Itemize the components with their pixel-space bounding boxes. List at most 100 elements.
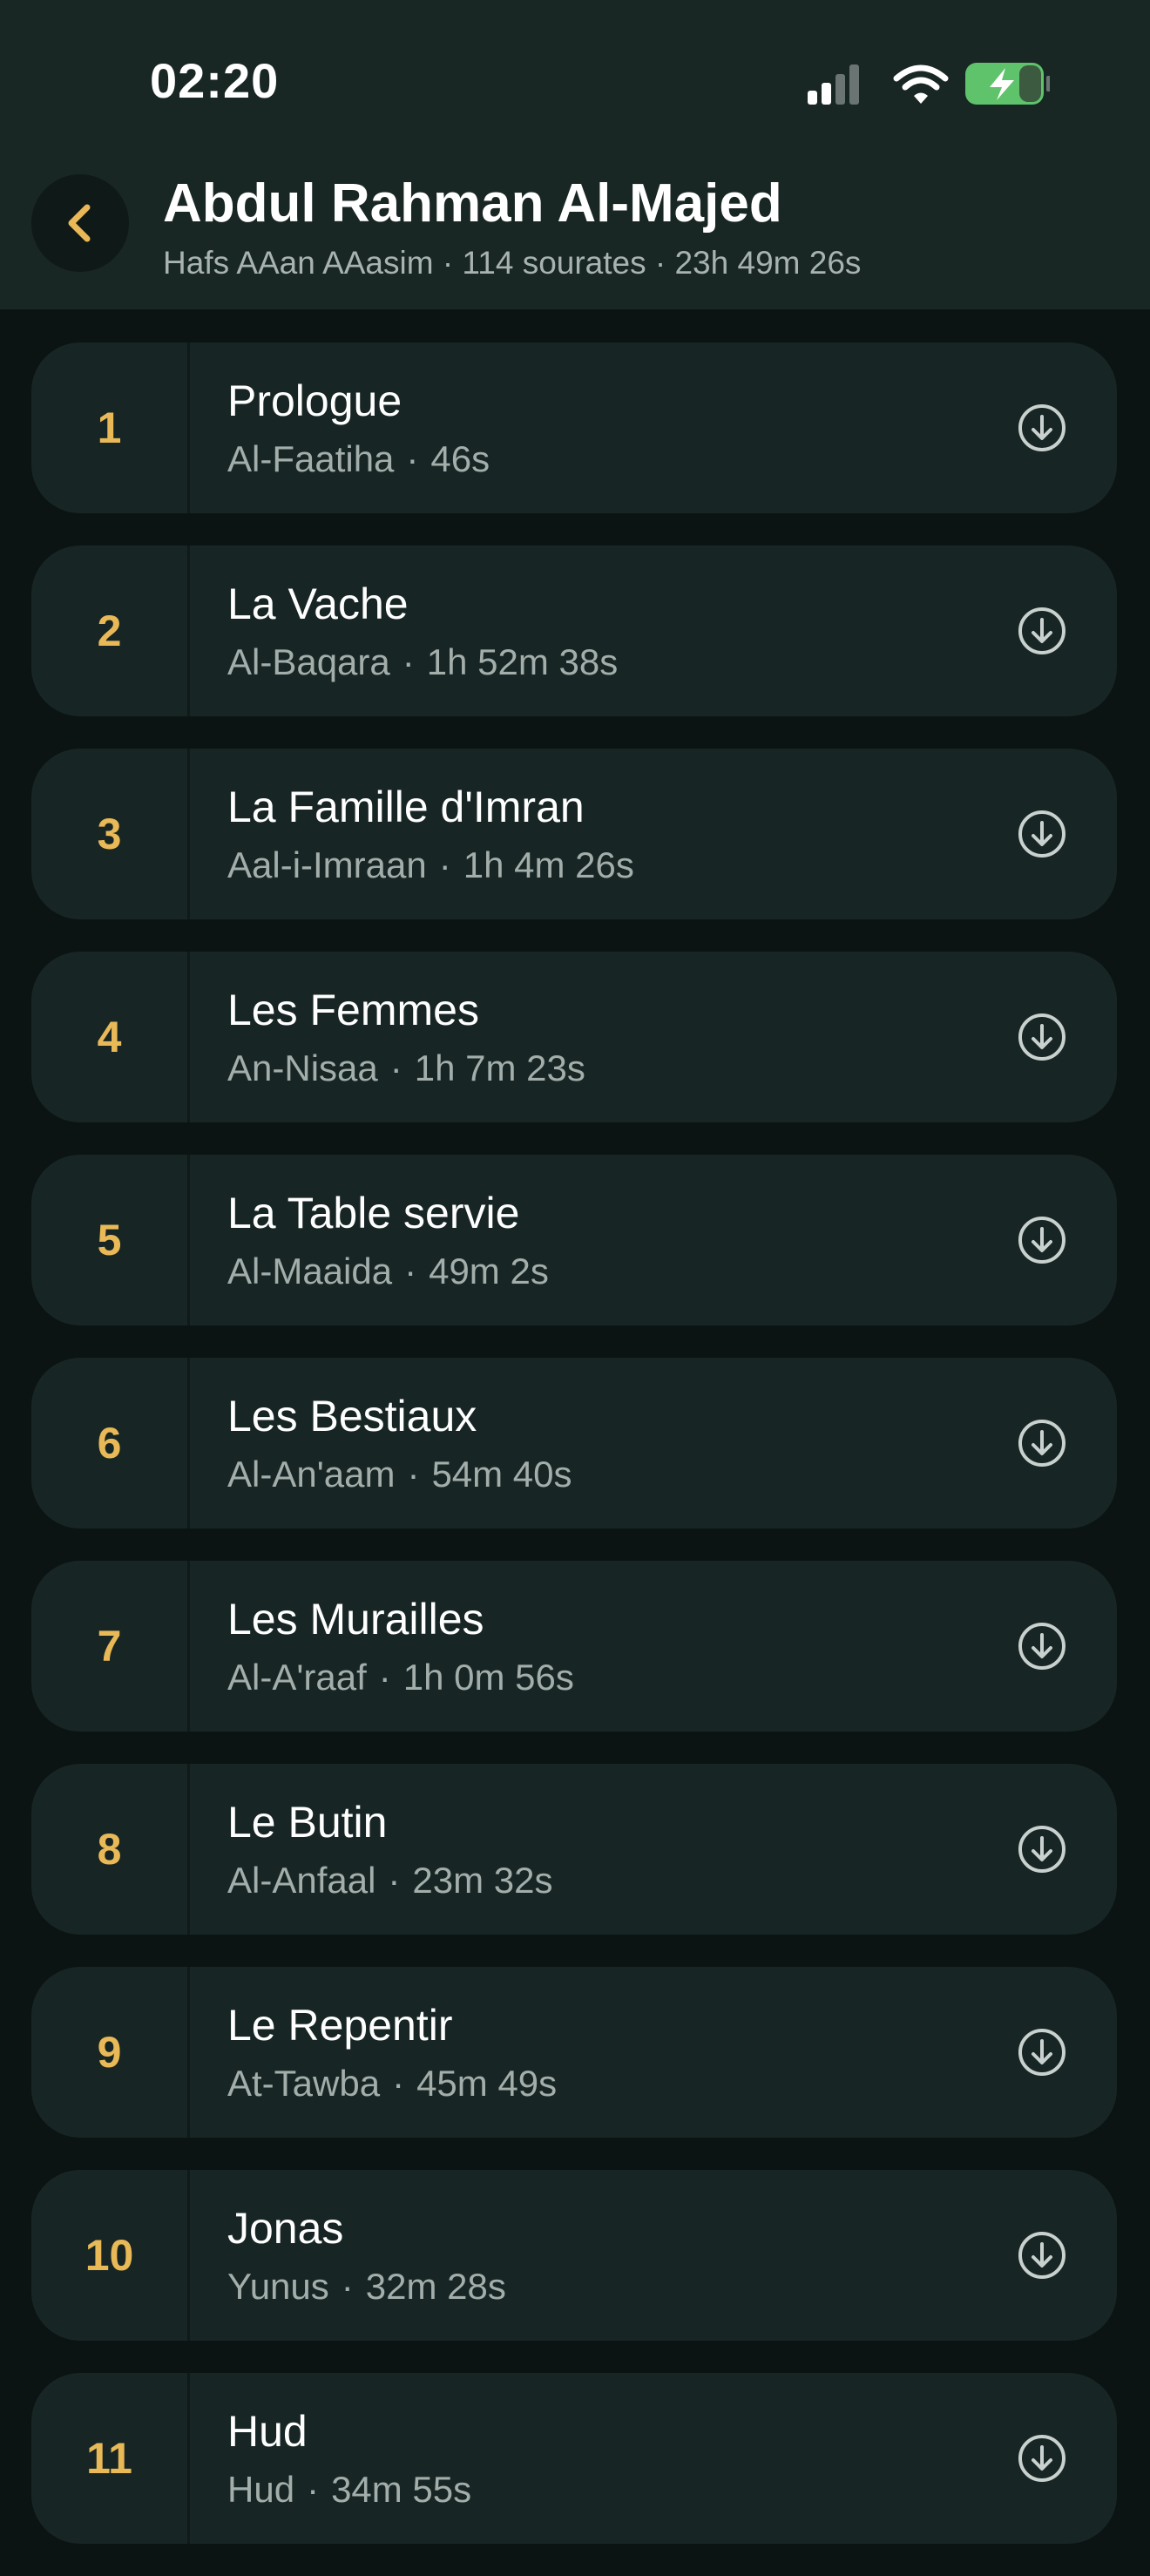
download-icon[interactable]	[1018, 2231, 1066, 2280]
surah-number: 1	[97, 403, 122, 452]
separator-dot: ·	[389, 1047, 402, 1088]
surah-row[interactable]: 7 Les Murailles Al-A'raaf · 1h 0m 56s	[31, 1561, 1117, 1732]
surah-name: La Famille d'Imran	[227, 783, 585, 831]
surah-number: 2	[97, 607, 122, 655]
surah-name: La Table servie	[227, 1189, 520, 1237]
row-divider	[187, 1358, 190, 1529]
surah-row[interactable]: 6 Les Bestiaux Al-An'aam · 54m 40s	[31, 1358, 1117, 1529]
surah-number: 4	[97, 1013, 122, 1061]
surah-name: Les Femmes	[227, 986, 479, 1034]
separator-dot: ·	[404, 1251, 417, 1291]
surah-duration: 32m 28s	[365, 2266, 506, 2307]
surah-number: 6	[97, 1419, 122, 1468]
surah-meta: Yunus · 32m 28s	[227, 2266, 506, 2308]
page-subtitle: Hafs AAan AAasim · 114 sourates · 23h 49…	[163, 245, 862, 281]
surah-meta: Al-An'aam · 54m 40s	[227, 1454, 572, 1495]
surah-name: Le Butin	[227, 1798, 388, 1847]
surah-meta: Al-A'raaf · 1h 0m 56s	[227, 1657, 574, 1698]
download-icon[interactable]	[1018, 607, 1066, 655]
status-icons	[806, 61, 1051, 108]
surah-transliteration: Yunus	[227, 2266, 329, 2307]
surah-name: Prologue	[227, 376, 402, 425]
surah-duration: 1h 52m 38s	[426, 641, 619, 682]
row-divider	[187, 1764, 190, 1935]
row-divider	[187, 749, 190, 919]
surah-row[interactable]: 11 Hud Hud · 34m 55s	[31, 2373, 1117, 2544]
download-icon[interactable]	[1018, 1825, 1066, 1874]
surah-transliteration: An-Nisaa	[227, 1047, 378, 1088]
wifi-icon	[893, 64, 949, 104]
surah-transliteration: Al-Faatiha	[227, 438, 395, 479]
surah-duration: 46s	[430, 438, 490, 479]
surah-transliteration: Hud	[227, 2469, 295, 2510]
surah-duration: 23m 32s	[412, 1860, 553, 1901]
surah-duration: 45m 49s	[416, 2063, 558, 2104]
separator-dot: ·	[406, 438, 419, 479]
status-bar-icons-svg	[808, 63, 1051, 105]
surah-row[interactable]: 3 La Famille d'Imran Aal-i-Imraan · 1h 4m …	[31, 749, 1117, 919]
separator-dot: ·	[388, 1860, 401, 1901]
surah-row[interactable]: 5 La Table servie Al-Maaida · 49m 2s	[31, 1155, 1117, 1325]
surah-row[interactable]: 10 Jonas Yunus · 32m 28s	[31, 2170, 1117, 2341]
surah-duration: 34m 55s	[331, 2469, 472, 2510]
surah-duration: 1h 7m 23s	[414, 1047, 585, 1088]
surah-number: 11	[86, 2434, 132, 2483]
surah-name: Jonas	[227, 2204, 344, 2253]
surah-transliteration: Al-Baqara	[227, 641, 390, 682]
separator-dot: ·	[392, 2063, 405, 2104]
download-icon[interactable]	[1018, 810, 1066, 858]
surah-duration: 1h 0m 56s	[402, 1657, 574, 1698]
surah-name: Hud	[227, 2407, 308, 2456]
surah-transliteration: Al-A'raaf	[227, 1657, 367, 1698]
surah-number: 5	[97, 1216, 122, 1264]
separator-dot: ·	[341, 2266, 354, 2307]
surah-meta: An-Nisaa · 1h 7m 23s	[227, 1047, 585, 1089]
surah-transliteration: Aal-i-Imraan	[227, 844, 427, 885]
surah-row[interactable]: 1 Prologue Al-Faatiha · 46s	[31, 342, 1117, 513]
surah-name: Le Repentir	[227, 2001, 453, 2050]
row-divider	[187, 342, 190, 513]
surah-row[interactable]: 2 La Vache Al-Baqara · 1h 52m 38s	[31, 546, 1117, 716]
surah-meta: Al-Faatiha · 46s	[227, 438, 490, 480]
surah-transliteration: Al-An'aam	[227, 1454, 396, 1495]
separator-dot: ·	[307, 2469, 320, 2510]
status-time: 02:20	[150, 53, 280, 108]
surah-name: Les Murailles	[227, 1595, 484, 1644]
surah-number: 8	[97, 1825, 122, 1874]
surah-transliteration: Al-Maaida	[227, 1251, 393, 1291]
download-icon[interactable]	[1018, 2434, 1066, 2483]
battery-charging-icon	[965, 63, 1051, 105]
surah-meta: At-Tawba · 45m 49s	[227, 2063, 557, 2105]
chevron-left-icon	[68, 204, 91, 242]
surah-duration: 54m 40s	[431, 1454, 572, 1495]
download-icon[interactable]	[1018, 403, 1066, 452]
row-divider	[187, 2373, 190, 2544]
row-divider	[187, 1967, 190, 2138]
surah-row[interactable]: 8 Le Butin Al-Anfaal · 23m 32s	[31, 1764, 1117, 1935]
row-divider	[187, 2170, 190, 2341]
separator-dot: ·	[402, 641, 415, 682]
download-icon[interactable]	[1018, 1216, 1066, 1264]
surah-meta: Hud · 34m 55s	[227, 2469, 471, 2511]
back-button[interactable]	[31, 174, 129, 272]
surah-list: 1 Prologue Al-Faatiha · 46s 2 La Vache Al-…	[31, 342, 1117, 2576]
surah-row[interactable]: 4 Les Femmes An-Nisaa · 1h 7m 23s	[31, 952, 1117, 1122]
download-icon[interactable]	[1018, 1622, 1066, 1671]
download-icon[interactable]	[1018, 1013, 1066, 1061]
surah-duration: 49m 2s	[429, 1251, 549, 1291]
download-icon[interactable]	[1018, 1419, 1066, 1468]
surah-transliteration: Al-Anfaal	[227, 1860, 376, 1901]
separator-dot: ·	[378, 1657, 391, 1698]
row-divider	[187, 1561, 190, 1732]
surah-duration: 1h 4m 26s	[463, 844, 634, 885]
surah-meta: Al-Maaida · 49m 2s	[227, 1251, 549, 1292]
surah-number: 10	[85, 2231, 134, 2280]
surah-name: Les Bestiaux	[227, 1392, 477, 1441]
surah-meta: Al-Anfaal · 23m 32s	[227, 1860, 553, 1901]
header: 02:20 Abdul Rahman Al-Majed Hafs AAan AA…	[0, 0, 1150, 309]
separator-dot: ·	[438, 844, 451, 885]
surah-meta: Al-Baqara · 1h 52m 38s	[227, 641, 618, 683]
surah-meta: Aal-i-Imraan · 1h 4m 26s	[227, 844, 634, 886]
download-icon[interactable]	[1018, 2028, 1066, 2077]
surah-row[interactable]: 9 Le Repentir At-Tawba · 45m 49s	[31, 1967, 1117, 2138]
